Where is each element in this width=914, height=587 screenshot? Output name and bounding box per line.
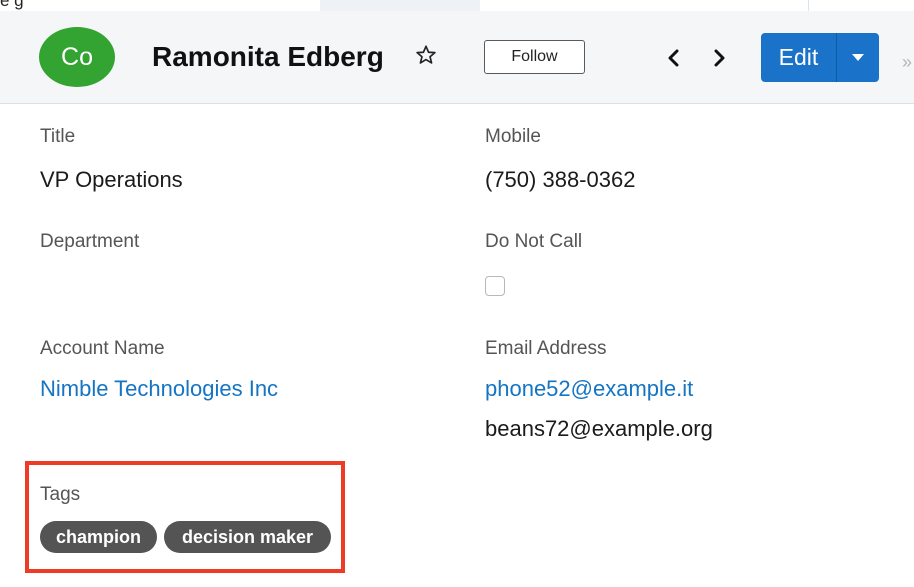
tags-highlight-box — [25, 461, 345, 573]
department-label: Department — [40, 231, 140, 252]
email-secondary-value[interactable]: beans72@example.org — [485, 416, 713, 442]
chevron-right-icon[interactable] — [710, 47, 728, 69]
edit-button[interactable]: Edit — [761, 33, 836, 82]
tag-decision-maker[interactable]: decision maker — [164, 521, 331, 553]
do-not-call-label: Do Not Call — [485, 231, 583, 252]
email-primary-link[interactable]: phone52@example.it — [485, 376, 693, 402]
tag-champion[interactable]: champion — [40, 521, 157, 553]
double-chevron-right-icon[interactable]: » — [902, 55, 914, 69]
title-label: Title — [40, 126, 76, 147]
title-value[interactable]: VP Operations — [40, 167, 183, 193]
mobile-value[interactable]: (750) 388-0362 — [485, 167, 635, 193]
caret-down-icon[interactable] — [837, 33, 879, 82]
record-name: Ramonita Edberg — [152, 41, 384, 72]
clipped-tab — [320, 0, 480, 11]
record-header: Co Ramonita Edberg Follow Edit » — [0, 11, 914, 104]
chevron-left-icon[interactable] — [665, 47, 683, 69]
avatar: Co — [39, 27, 115, 87]
do-not-call-checkbox[interactable] — [485, 276, 505, 296]
account-name-label: Account Name — [40, 338, 165, 359]
edit-button-group: Edit — [761, 33, 879, 82]
clipped-divider — [808, 0, 809, 11]
email-address-label: Email Address — [485, 338, 607, 359]
clipped-text: e g — [0, 0, 24, 10]
star-outline-icon[interactable] — [414, 43, 438, 67]
follow-button[interactable]: Follow — [484, 40, 585, 74]
tags-label: Tags — [40, 484, 81, 505]
account-name-link[interactable]: Nimble Technologies Inc — [40, 376, 278, 402]
top-clipped-strip: e g — [0, 0, 914, 11]
mobile-label: Mobile — [485, 126, 541, 147]
